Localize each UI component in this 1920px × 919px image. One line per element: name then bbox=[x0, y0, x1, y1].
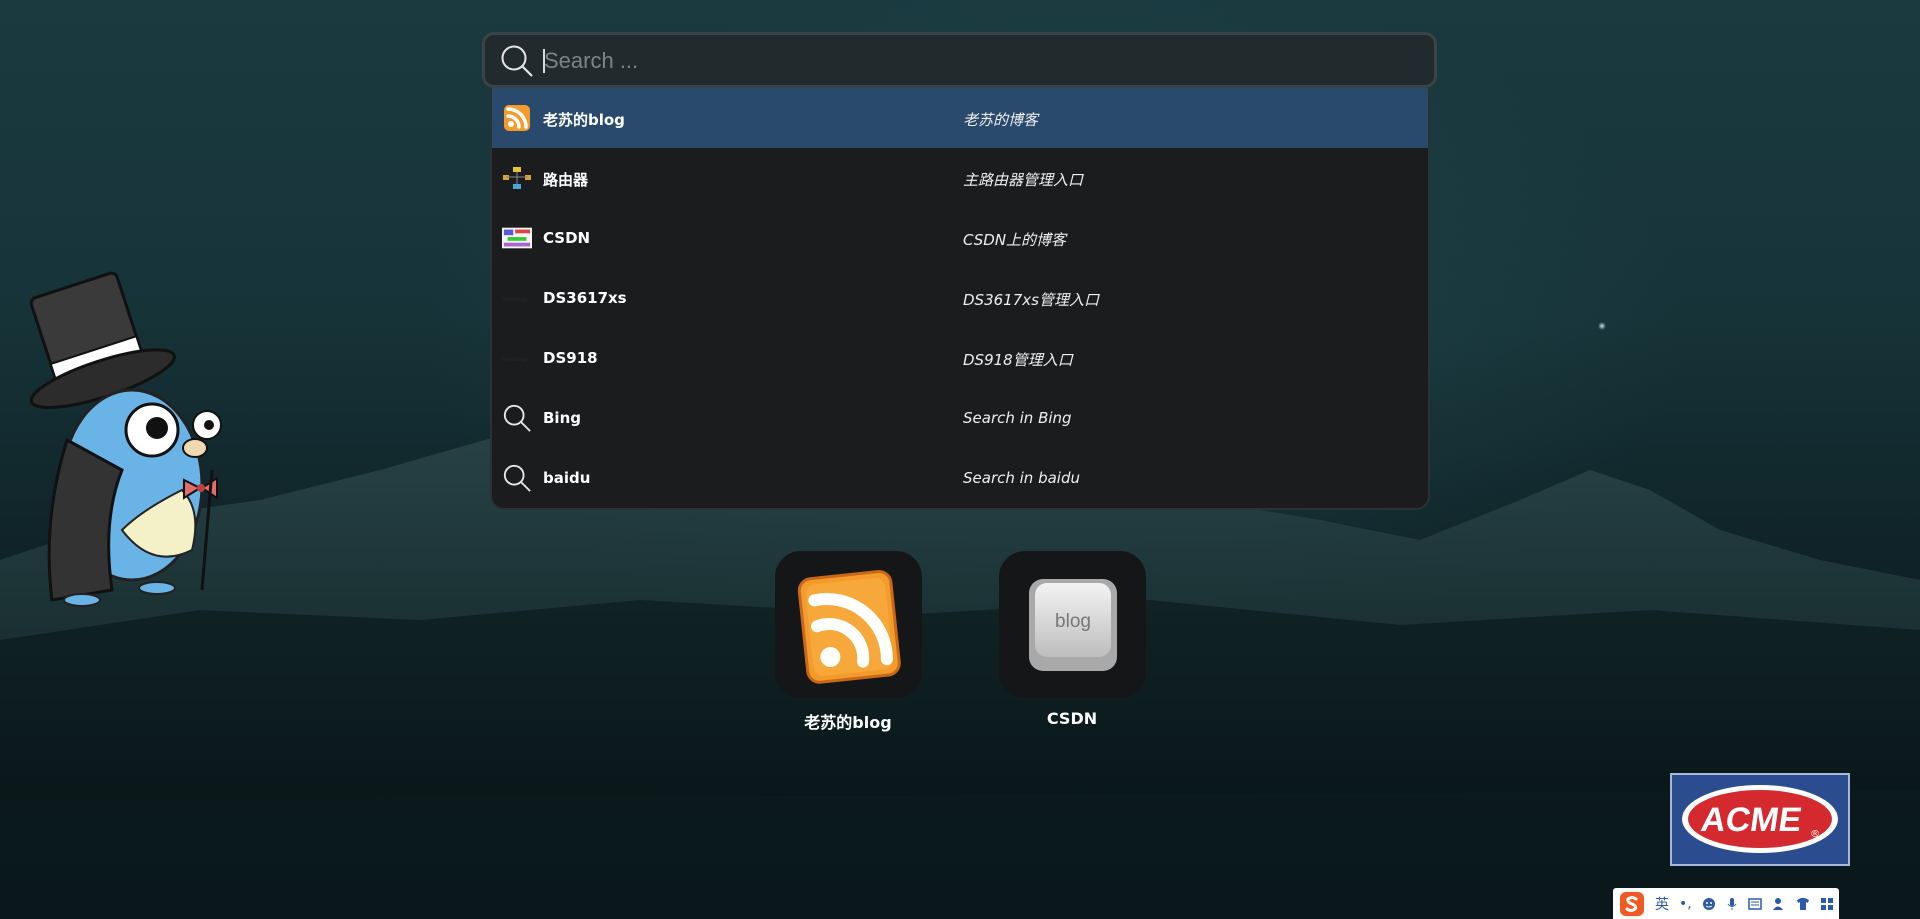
result-desc: 老苏的博客 bbox=[963, 111, 1039, 129]
result-desc: CSDN上的博客 bbox=[963, 231, 1067, 249]
star bbox=[1598, 322, 1606, 330]
result-title: CSDN bbox=[543, 229, 591, 247]
search-icon bbox=[502, 403, 532, 433]
search-input[interactable] bbox=[542, 40, 1416, 82]
result-row-ds918[interactable]: Synology DS918 DS918管理入口 bbox=[492, 328, 1428, 388]
acme-logo-text: ACME bbox=[1699, 801, 1804, 839]
shortcut-tile-blog[interactable] bbox=[775, 551, 922, 698]
result-title: DS3617xs bbox=[543, 289, 627, 307]
toolbox-grid-icon[interactable] bbox=[1820, 897, 1834, 911]
punctuation-toggle[interactable]: •, bbox=[1679, 896, 1692, 912]
microphone-icon[interactable] bbox=[1726, 897, 1738, 911]
result-desc: Search in Bing bbox=[963, 409, 1072, 427]
blog-key-icon: blog bbox=[1029, 579, 1117, 671]
result-row-router[interactable]: 路由器 主路由器管理入口 bbox=[492, 148, 1428, 208]
shortcut-label-csdn: CSDN bbox=[1046, 709, 1098, 728]
result-title: 老苏的blog bbox=[543, 111, 625, 129]
blog-key-text: blog bbox=[1055, 611, 1091, 632]
ime-mode-toggle[interactable]: 英 bbox=[1655, 894, 1669, 914]
result-title: Bing bbox=[543, 409, 581, 427]
result-row-csdn[interactable]: CSDN CSDN上的博客 bbox=[492, 208, 1428, 268]
search-icon bbox=[502, 463, 532, 493]
shortcut-label-blog: 老苏的blog bbox=[804, 713, 892, 732]
result-desc: Search in baidu bbox=[963, 469, 1080, 487]
sogou-logo-icon[interactable] bbox=[1619, 891, 1645, 917]
result-title: 路由器 bbox=[543, 171, 589, 189]
rss-icon bbox=[502, 103, 532, 133]
search-container: 老苏的blog 老苏的博客 路由器 主路由器管理入口 CSDN CSDN上的博客… bbox=[482, 32, 1437, 510]
result-row-baidu[interactable]: baidu Search in baidu bbox=[492, 448, 1428, 508]
result-title: DS918 bbox=[543, 349, 598, 367]
shortcut-tile-csdn[interactable]: blog bbox=[999, 551, 1146, 698]
ime-toolbar[interactable]: 英 •, bbox=[1613, 888, 1839, 919]
router-icon bbox=[502, 163, 532, 193]
text-caret bbox=[543, 49, 545, 73]
search-bar[interactable] bbox=[482, 32, 1437, 88]
registered-mark: ® bbox=[1810, 829, 1820, 840]
result-row-ds3617xs[interactable]: Synology DS3617xs DS3617xs管理入口 bbox=[492, 268, 1428, 328]
synology-logo-text: Synology bbox=[502, 297, 528, 303]
result-row-blog[interactable]: 老苏的blog 老苏的博客 bbox=[492, 88, 1428, 148]
synology-logo-text: Synology bbox=[502, 357, 528, 363]
search-results-dropdown: 老苏的blog 老苏的博客 路由器 主路由器管理入口 CSDN CSDN上的博客… bbox=[490, 88, 1430, 510]
rss-icon bbox=[797, 570, 901, 684]
skin-shirt-icon[interactable] bbox=[1796, 897, 1810, 911]
synology-icon: Synology bbox=[502, 343, 532, 373]
user-icon[interactable] bbox=[1772, 897, 1786, 911]
synology-icon: Synology bbox=[502, 283, 532, 313]
result-desc: DS3617xs管理入口 bbox=[963, 291, 1099, 309]
emoji-icon[interactable] bbox=[1702, 897, 1716, 911]
result-desc: 主路由器管理入口 bbox=[963, 171, 1084, 189]
acme-logo: ACME ® bbox=[1670, 773, 1850, 866]
result-row-bing[interactable]: Bing Search in Bing bbox=[492, 388, 1428, 448]
result-desc: DS918管理入口 bbox=[963, 351, 1073, 369]
result-title: baidu bbox=[543, 469, 591, 487]
csdn-icon bbox=[502, 223, 532, 253]
search-icon bbox=[501, 45, 533, 77]
keyboard-icon[interactable] bbox=[1747, 897, 1762, 910]
gopher-mascot-image bbox=[12, 270, 232, 610]
